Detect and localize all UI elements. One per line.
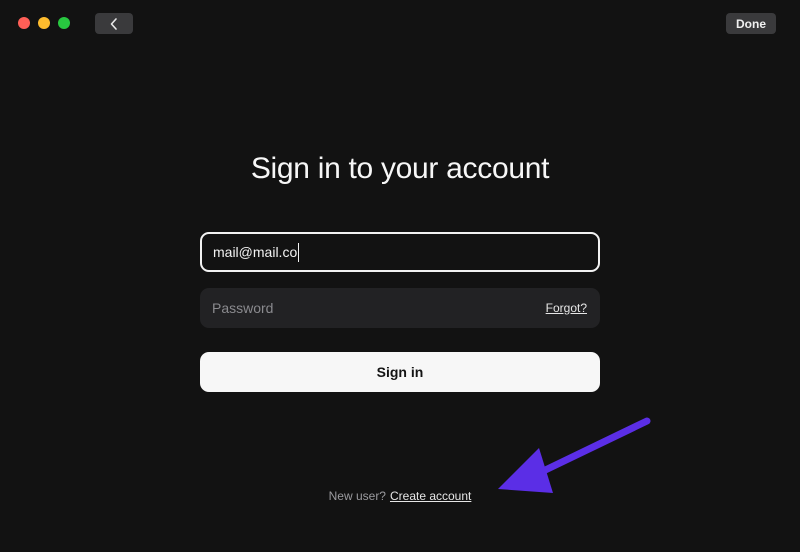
password-placeholder: Password — [212, 300, 274, 316]
back-button[interactable] — [95, 13, 133, 34]
sign-in-window: Done Sign in to your account mail@mail.c… — [0, 0, 800, 552]
footer: New user? Create account — [0, 489, 800, 503]
minimize-window-button[interactable] — [38, 17, 50, 29]
create-account-link[interactable]: Create account — [390, 489, 471, 503]
forgot-password-link[interactable]: Forgot? — [546, 301, 587, 315]
email-field-value: mail@mail.co — [213, 244, 298, 260]
text-cursor — [298, 242, 300, 262]
email-field[interactable]: mail@mail.co — [200, 232, 600, 272]
zoom-window-button[interactable] — [58, 17, 70, 29]
sign-in-button[interactable]: Sign in — [200, 352, 600, 392]
new-user-prompt: New user? — [328, 489, 386, 503]
close-window-button[interactable] — [18, 17, 30, 29]
chevron-left-icon — [110, 17, 117, 30]
password-field[interactable]: Password Forgot? — [200, 288, 600, 328]
window-controls — [18, 17, 70, 29]
arrow-pointer-icon — [498, 417, 651, 493]
page-title: Sign in to your account — [250, 152, 550, 185]
done-button[interactable]: Done — [726, 13, 776, 34]
